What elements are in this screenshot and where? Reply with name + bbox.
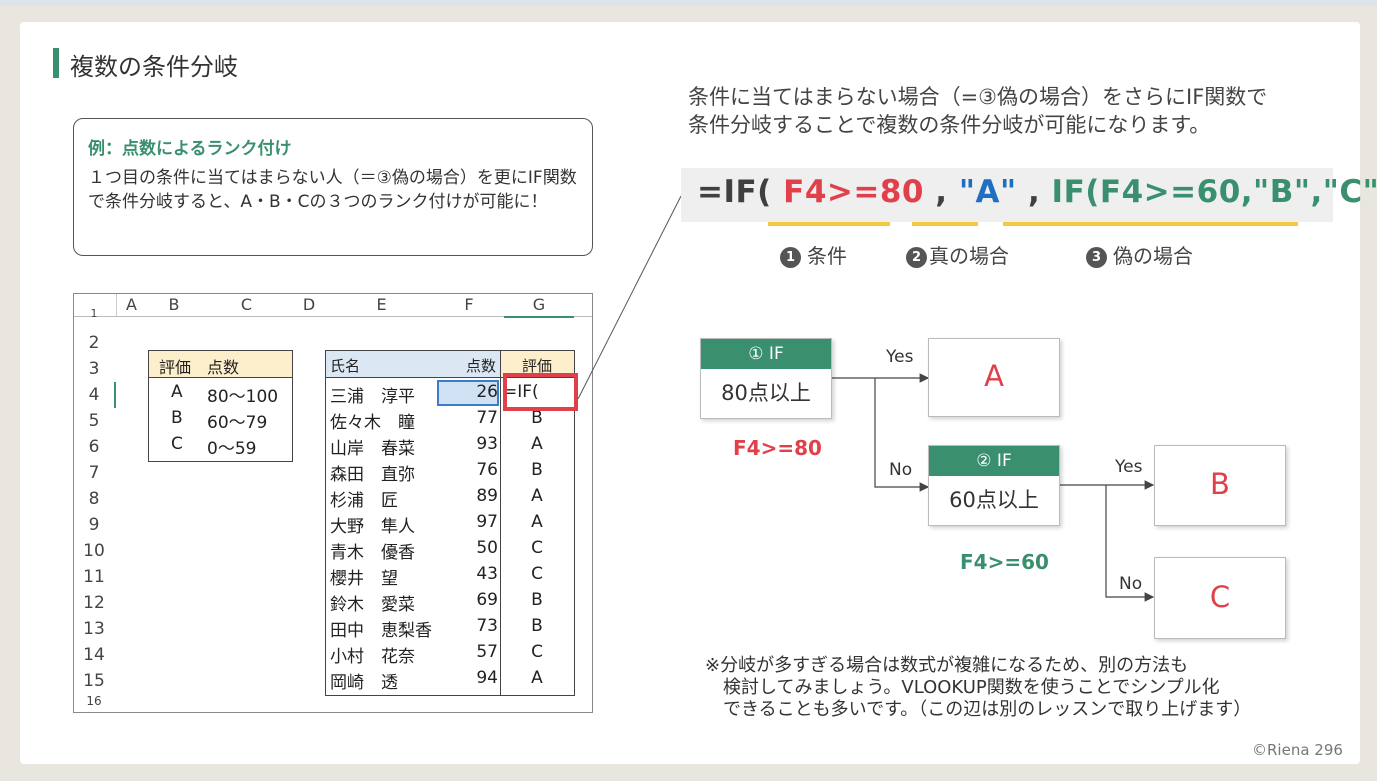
yes-label-1: Yes xyxy=(886,347,914,367)
result-b: B xyxy=(1210,467,1230,501)
yes-label-2: Yes xyxy=(1115,457,1143,477)
no-label-2: No xyxy=(1119,574,1143,594)
if2-box: ② IF 60点以上 xyxy=(928,445,1060,526)
copyright: ©Riena 296 xyxy=(1252,741,1343,759)
if2-header: ② IF xyxy=(929,446,1059,476)
if1-header: ① IF xyxy=(701,339,831,369)
if1-formula: F4>=80 xyxy=(733,436,822,460)
note-text: ※分岐が多すぎる場合は数式が複雑になるため、別の方法も 検討してみましょう。VL… xyxy=(705,655,1252,720)
result-a-box: A xyxy=(928,338,1060,417)
if2-condition: 60点以上 xyxy=(949,488,1039,512)
result-c: C xyxy=(1209,580,1231,614)
if1-condition: 80点以上 xyxy=(721,381,811,405)
result-a: A xyxy=(984,359,1004,393)
no-label-1: No xyxy=(889,460,913,480)
if1-box: ① IF 80点以上 xyxy=(700,338,832,419)
result-c-box: C xyxy=(1154,557,1286,639)
if2-formula: F4>=60 xyxy=(960,550,1049,574)
result-b-box: B xyxy=(1154,445,1286,526)
